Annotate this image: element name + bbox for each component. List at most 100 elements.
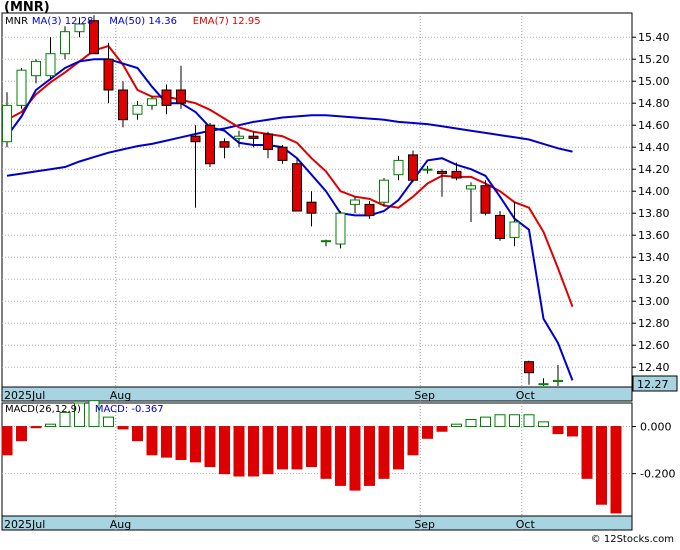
symbol-title: (MNR) (4, 0, 50, 15)
macd-date-band (1, 515, 633, 531)
candle-body (379, 179, 389, 203)
price-tick-label: 13.20 (638, 273, 670, 286)
price-tick-label: 13.80 (638, 207, 670, 220)
price-tick-label: 14.40 (638, 141, 670, 154)
macd-bar (306, 426, 317, 468)
macd-bar (320, 426, 332, 479)
macd-bar (523, 414, 535, 428)
price-legend-item: MA(50) 14.36 (109, 16, 177, 27)
stock-chart: (MNR) 2025Jul 2025Jul Aug Aug Sep Sep Oct Oct 15… (0, 0, 680, 546)
month-label: Aug (110, 389, 131, 402)
price-tick-label: 14.00 (638, 185, 670, 198)
macd-bar (16, 426, 27, 442)
macd-bar (451, 423, 462, 428)
candle-body (538, 383, 549, 386)
candle-body (480, 185, 491, 214)
price-date-band (1, 386, 633, 402)
macd-bar (393, 426, 404, 470)
macd-bar (175, 426, 187, 460)
macd-legend-item: MACD(26,12,9) (5, 404, 81, 415)
candle-body (103, 58, 114, 91)
month-label: Aug (110, 518, 131, 531)
candle-body (466, 185, 476, 190)
candle-body (263, 133, 273, 150)
price-tick-label: 14.20 (638, 163, 670, 176)
macd-bar (248, 426, 259, 477)
candle-body (524, 361, 534, 374)
candle-body (219, 141, 230, 148)
macd-bar (494, 414, 506, 428)
macd-bar (407, 426, 419, 456)
macd-bar (378, 426, 390, 479)
month-label: Sep (414, 518, 435, 531)
candle-body (205, 124, 215, 165)
macd-tick-label: 0.000 (640, 421, 672, 434)
last-price-label: 12.27 (637, 378, 669, 391)
candle-body (132, 104, 143, 115)
price-tick-label: 13.00 (638, 295, 670, 308)
price-tick-label: 15.40 (638, 31, 670, 44)
macd-bar (610, 426, 622, 514)
macd-bar (117, 426, 129, 430)
macd-bar (219, 426, 230, 475)
candle-body (495, 214, 505, 239)
macd-bar (204, 426, 216, 468)
price-tick-label: 13.40 (638, 251, 670, 264)
macd-legend-item: MACD: -0.367 (95, 404, 164, 415)
macd-bar (480, 416, 491, 428)
price-tick-label: 12.40 (638, 361, 670, 374)
candle-body (176, 89, 186, 104)
month-label: 2025Jul (4, 389, 45, 402)
price-tick-label: 15.20 (638, 53, 670, 66)
candle-body (234, 135, 244, 139)
price-legend-item: MA(3) 12.28 (32, 16, 93, 27)
macd-bar (422, 426, 433, 439)
macd-bar (161, 426, 172, 458)
candle-body (118, 89, 128, 121)
candle-body (553, 379, 563, 382)
candle-body (147, 98, 157, 106)
candle-body (31, 60, 41, 77)
month-label: Oct (516, 518, 536, 531)
candle-body (277, 146, 288, 161)
macd-bar (262, 426, 274, 475)
macd-bar (509, 414, 520, 428)
macd-bar (30, 426, 42, 429)
price-tick-label: 13.60 (638, 229, 670, 242)
price-legend-item: EMA(7) 12.95 (193, 16, 261, 27)
macd-bar (291, 426, 303, 470)
candle-body (437, 170, 447, 175)
credit-text: © 12Stocks.com (590, 534, 674, 545)
macd-bar (132, 426, 143, 442)
candle-body (335, 212, 346, 245)
macd-bar (190, 426, 201, 463)
macd-bar (146, 426, 158, 456)
candle-body (45, 53, 56, 77)
macd-bar (1, 426, 13, 456)
candle-body (190, 135, 201, 143)
price-panel (1, 12, 633, 388)
candle-body (248, 135, 259, 139)
candle-body (408, 154, 418, 181)
macd-bar (596, 426, 607, 505)
month-label: 2025Jul (4, 518, 45, 531)
macd-bar (552, 426, 564, 435)
macd-bar (364, 426, 375, 486)
macd-bar (233, 426, 245, 477)
candle-body (509, 221, 520, 238)
price-tick-label: 14.80 (638, 97, 670, 110)
candle-body (321, 240, 331, 243)
candle-body (364, 203, 375, 216)
candle-body (422, 168, 433, 171)
macd-bar (581, 426, 593, 479)
price-legend-item: MNR (5, 16, 28, 27)
price-tick-label: 14.60 (638, 119, 670, 132)
macd-bar (45, 423, 56, 428)
chart-canvas: 2025Jul 2025Jul Aug Aug Sep Sep Oct Oct 15.40 15.… (1, 12, 678, 531)
macd-bar (465, 418, 477, 428)
candle-body (16, 69, 27, 106)
candle-body (2, 104, 12, 143)
macd-bar (335, 426, 346, 486)
month-label: Sep (414, 389, 435, 402)
macd-bar (567, 426, 578, 437)
